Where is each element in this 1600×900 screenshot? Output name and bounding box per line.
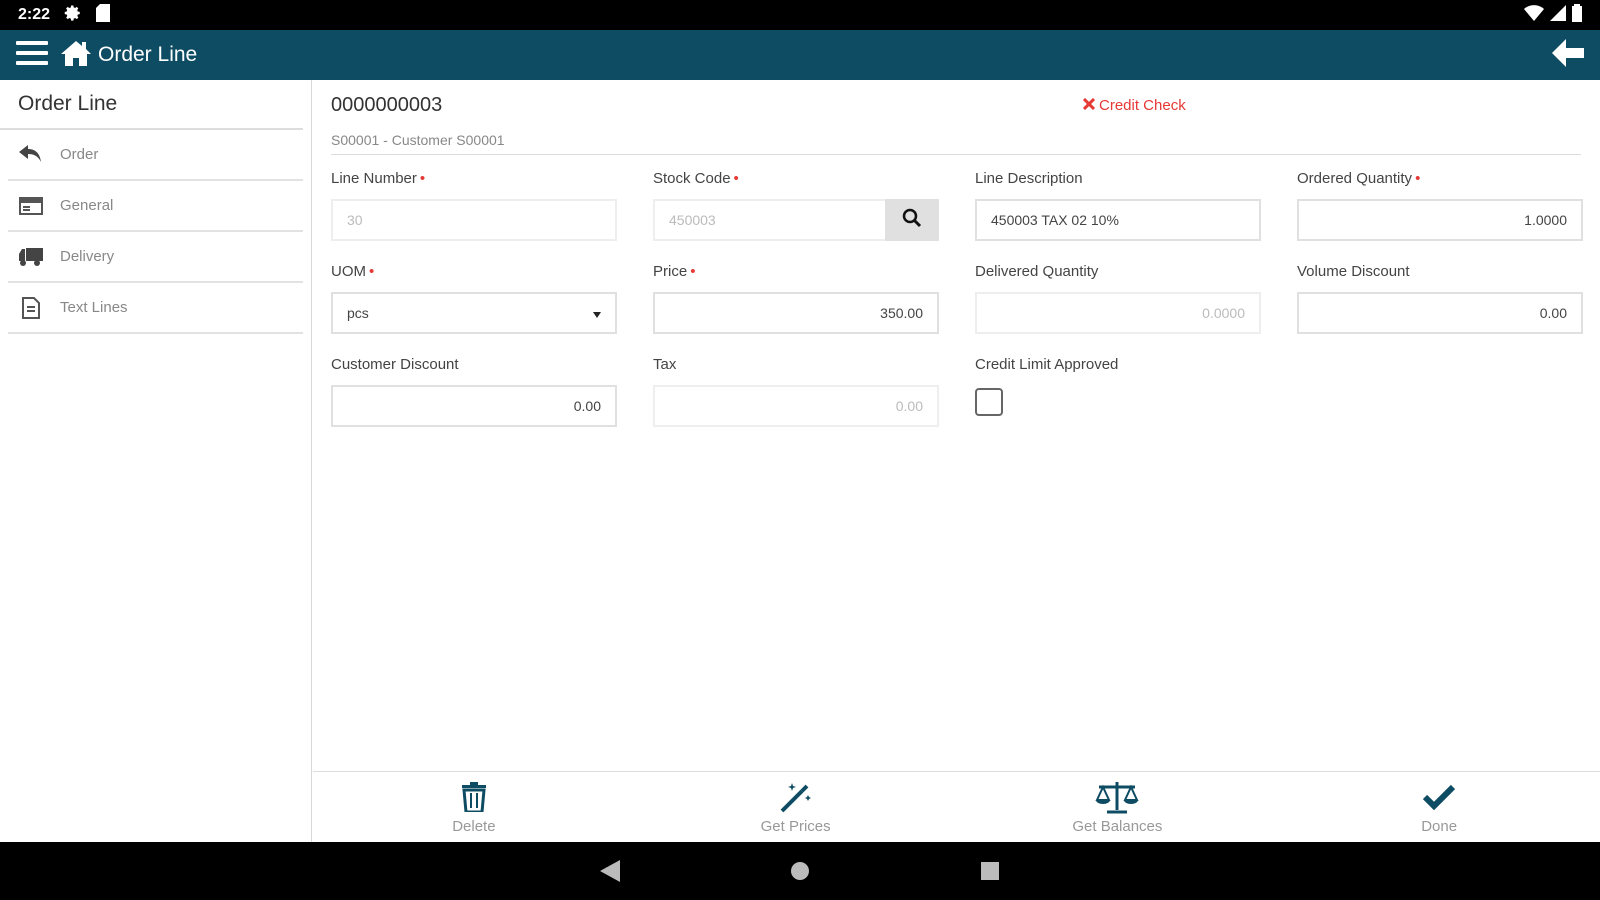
sidebar-heading: Order Line xyxy=(0,80,303,130)
credit-check-label: Credit Check xyxy=(1099,97,1186,114)
line-number-label: Line Number • xyxy=(331,170,426,187)
delivered-quantity-field: Delivered Quantity 0.0000 xyxy=(975,263,1261,334)
required-marker: • xyxy=(733,170,739,187)
sidebar-item-label: Order xyxy=(60,146,99,163)
delivered-quantity-input: 0.0000 xyxy=(975,292,1261,334)
close-icon xyxy=(1082,97,1096,114)
tax-input: 0.00 xyxy=(653,385,939,427)
delete-label: Delete xyxy=(452,817,496,835)
document-icon xyxy=(18,296,44,320)
sidebar-item-delivery[interactable]: Delivery xyxy=(8,232,303,283)
uom-label: UOM • xyxy=(331,263,375,280)
get-prices-button[interactable]: Get Prices xyxy=(635,772,957,842)
price-input[interactable]: 350.00 xyxy=(653,292,939,334)
tax-label: Tax xyxy=(653,356,677,373)
credit-limit-approved-field: Credit Limit Approved xyxy=(975,356,1261,416)
volume-discount-field: Volume Discount 0.00 xyxy=(1297,263,1583,334)
battery-icon xyxy=(1572,3,1582,27)
volume-discount-label: Volume Discount xyxy=(1297,263,1410,280)
sd-card-icon xyxy=(96,3,111,27)
required-marker: • xyxy=(1415,170,1421,187)
uom-select[interactable]: pcs xyxy=(331,292,617,334)
menu-icon[interactable] xyxy=(16,40,48,71)
window-icon xyxy=(18,196,44,215)
settings-icon xyxy=(64,4,82,27)
stock-code-label: Stock Code • xyxy=(653,170,739,187)
sidebar: Order Line Order General Delivery Text L… xyxy=(0,80,312,842)
customer-name: S00001 - Customer S00001 xyxy=(331,132,505,148)
delete-button[interactable]: Delete xyxy=(313,772,635,842)
uom-value: pcs xyxy=(347,305,369,321)
price-field: Price • 350.00 xyxy=(653,263,939,334)
line-description-field: Line Description 450003 TAX 02 10% xyxy=(975,170,1261,241)
status-bar: 2:22 xyxy=(0,0,1600,30)
app-bar: Order Line xyxy=(0,30,1600,80)
line-description-input[interactable]: 450003 TAX 02 10% xyxy=(975,199,1261,241)
uom-field: UOM • pcs xyxy=(331,263,617,334)
back-arrow-icon[interactable] xyxy=(1552,38,1584,72)
price-label: Price • xyxy=(653,263,696,280)
action-toolbar: Delete Get Prices Get Balances Done xyxy=(313,771,1600,842)
undo-icon xyxy=(18,144,44,165)
required-marker: • xyxy=(690,263,696,280)
delivered-quantity-label: Delivered Quantity xyxy=(975,263,1099,280)
line-number-field: Line Number • 30 xyxy=(331,170,617,241)
header-divider xyxy=(331,154,1581,155)
sidebar-item-order[interactable]: Order xyxy=(8,130,303,181)
ordered-quantity-input[interactable]: 1.0000 xyxy=(1297,199,1583,241)
customer-discount-input[interactable]: 0.00 xyxy=(331,385,617,427)
stock-code-field: Stock Code • 450003 xyxy=(653,170,939,241)
line-number-input: 30 xyxy=(331,199,617,241)
system-nav-bar xyxy=(0,842,1600,900)
magic-wand-icon xyxy=(780,780,812,814)
sidebar-item-label: Delivery xyxy=(60,248,115,265)
sidebar-item-label: General xyxy=(60,197,114,214)
nav-back-icon[interactable] xyxy=(590,851,630,891)
sidebar-item-label: Text Lines xyxy=(60,299,128,316)
tax-field: Tax 0.00 xyxy=(653,356,939,427)
ordered-quantity-field: Ordered Quantity • 1.0000 xyxy=(1297,170,1583,241)
status-time: 2:22 xyxy=(18,6,51,23)
done-label: Done xyxy=(1421,817,1458,835)
credit-check-link[interactable]: Credit Check xyxy=(1082,97,1186,114)
line-description-label: Line Description xyxy=(975,170,1083,187)
balance-scale-icon xyxy=(1095,780,1139,814)
customer-discount-field: Customer Discount 0.00 xyxy=(331,356,617,427)
volume-discount-input[interactable]: 0.00 xyxy=(1297,292,1583,334)
home-icon[interactable] xyxy=(60,39,92,72)
stock-code-input: 450003 xyxy=(653,199,885,241)
page-title: Order Line xyxy=(98,43,198,66)
get-balances-label: Get Balances xyxy=(1072,817,1163,835)
sidebar-item-general[interactable]: General xyxy=(8,181,303,232)
get-prices-label: Get Prices xyxy=(760,817,831,835)
wifi-icon xyxy=(1524,4,1544,26)
sidebar-item-text-lines[interactable]: Text Lines xyxy=(8,283,303,334)
order-line-form: 0000000003 Credit Check S00001 - Custome… xyxy=(313,80,1600,770)
signal-icon xyxy=(1550,4,1566,26)
dropdown-arrow-icon xyxy=(593,305,601,321)
nav-home-icon[interactable] xyxy=(780,851,820,891)
customer-discount-label: Customer Discount xyxy=(331,356,459,373)
done-button[interactable]: Done xyxy=(1278,772,1600,842)
credit-limit-approved-checkbox[interactable] xyxy=(975,388,1003,416)
required-marker: • xyxy=(369,263,375,280)
ordered-quantity-label: Ordered Quantity • xyxy=(1297,170,1421,187)
truck-icon xyxy=(18,247,44,266)
checkmark-icon xyxy=(1423,780,1456,814)
order-number: 0000000003 xyxy=(331,94,443,116)
required-marker: • xyxy=(419,170,426,187)
get-balances-button[interactable]: Get Balances xyxy=(957,772,1279,842)
trash-icon xyxy=(461,780,487,814)
search-icon xyxy=(902,208,922,233)
search-button[interactable] xyxy=(885,199,939,241)
nav-recents-icon[interactable] xyxy=(970,851,1010,891)
credit-limit-approved-label: Credit Limit Approved xyxy=(975,356,1119,373)
